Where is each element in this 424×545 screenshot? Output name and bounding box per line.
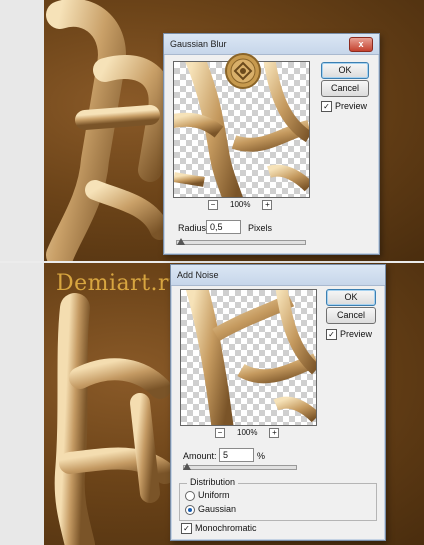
check-icon: ✓ [181, 523, 192, 535]
cancel-button[interactable]: Cancel [326, 307, 376, 324]
ok-button[interactable]: OK [321, 62, 369, 79]
amount-slider-thumb[interactable] [183, 463, 191, 470]
dialog-title: Gaussian Blur [164, 34, 379, 55]
monochromatic-label: Monochromatic [195, 523, 257, 533]
amount-unit: % [257, 451, 266, 461]
cancel-button[interactable]: Cancel [321, 80, 369, 97]
preview-ornament [185, 290, 316, 425]
ok-button[interactable]: OK [326, 289, 376, 306]
gaussian-radio[interactable]: Gaussian [185, 504, 236, 515]
uniform-radio[interactable]: Uniform [185, 490, 230, 501]
close-icon: x [358, 39, 364, 49]
add-noise-dialog: Add Noise OK Cancel ✓ Preview − 100% + Am… [170, 264, 386, 541]
radius-slider-thumb[interactable] [177, 238, 185, 245]
zoom-in-button[interactable]: + [269, 428, 280, 438]
zoom-percent: 100% [230, 200, 251, 210]
close-button[interactable]: x [349, 37, 373, 52]
radius-unit: Pixels [248, 223, 273, 233]
zoom-out-button[interactable]: − [215, 428, 225, 438]
zoom-controls: − 100% + [208, 200, 273, 210]
amount-slider[interactable] [183, 465, 297, 470]
amount-input[interactable]: 5 [219, 448, 254, 462]
radius-slider[interactable] [176, 240, 306, 245]
preview-label: Preview [340, 329, 373, 339]
preview-checkbox[interactable]: ✓ Preview [326, 329, 373, 341]
radio-off-icon [185, 490, 195, 501]
dialog-title: Add Noise [171, 265, 385, 286]
medallion-icon [225, 53, 261, 89]
preview-image[interactable] [180, 289, 317, 426]
zoom-in-button[interactable]: + [262, 200, 273, 210]
check-icon: ✓ [326, 329, 337, 341]
distribution-group [179, 483, 377, 521]
preview-label: Preview [335, 101, 368, 111]
distribution-label: Distribution [187, 477, 239, 487]
zoom-percent: 100% [237, 428, 258, 438]
radio-on-icon [185, 504, 195, 515]
radius-label: Radius: [178, 223, 209, 233]
zoom-controls: − 100% + [215, 428, 280, 438]
preview-checkbox[interactable]: ✓ Preview [321, 101, 368, 113]
zoom-out-button[interactable]: − [208, 200, 218, 210]
monochromatic-checkbox[interactable]: ✓ Monochromatic [181, 523, 257, 535]
amount-label: Amount: [183, 451, 217, 461]
gaussian-blur-dialog: Gaussian Blur x OK Cancel ✓ Preview − 10… [163, 33, 380, 255]
uniform-label: Uniform [198, 490, 230, 500]
watermark-text: Demiart.ru [56, 271, 184, 296]
radius-input[interactable]: 0,5 [206, 220, 241, 234]
gaussian-label: Gaussian [198, 504, 237, 514]
check-icon: ✓ [321, 101, 332, 113]
